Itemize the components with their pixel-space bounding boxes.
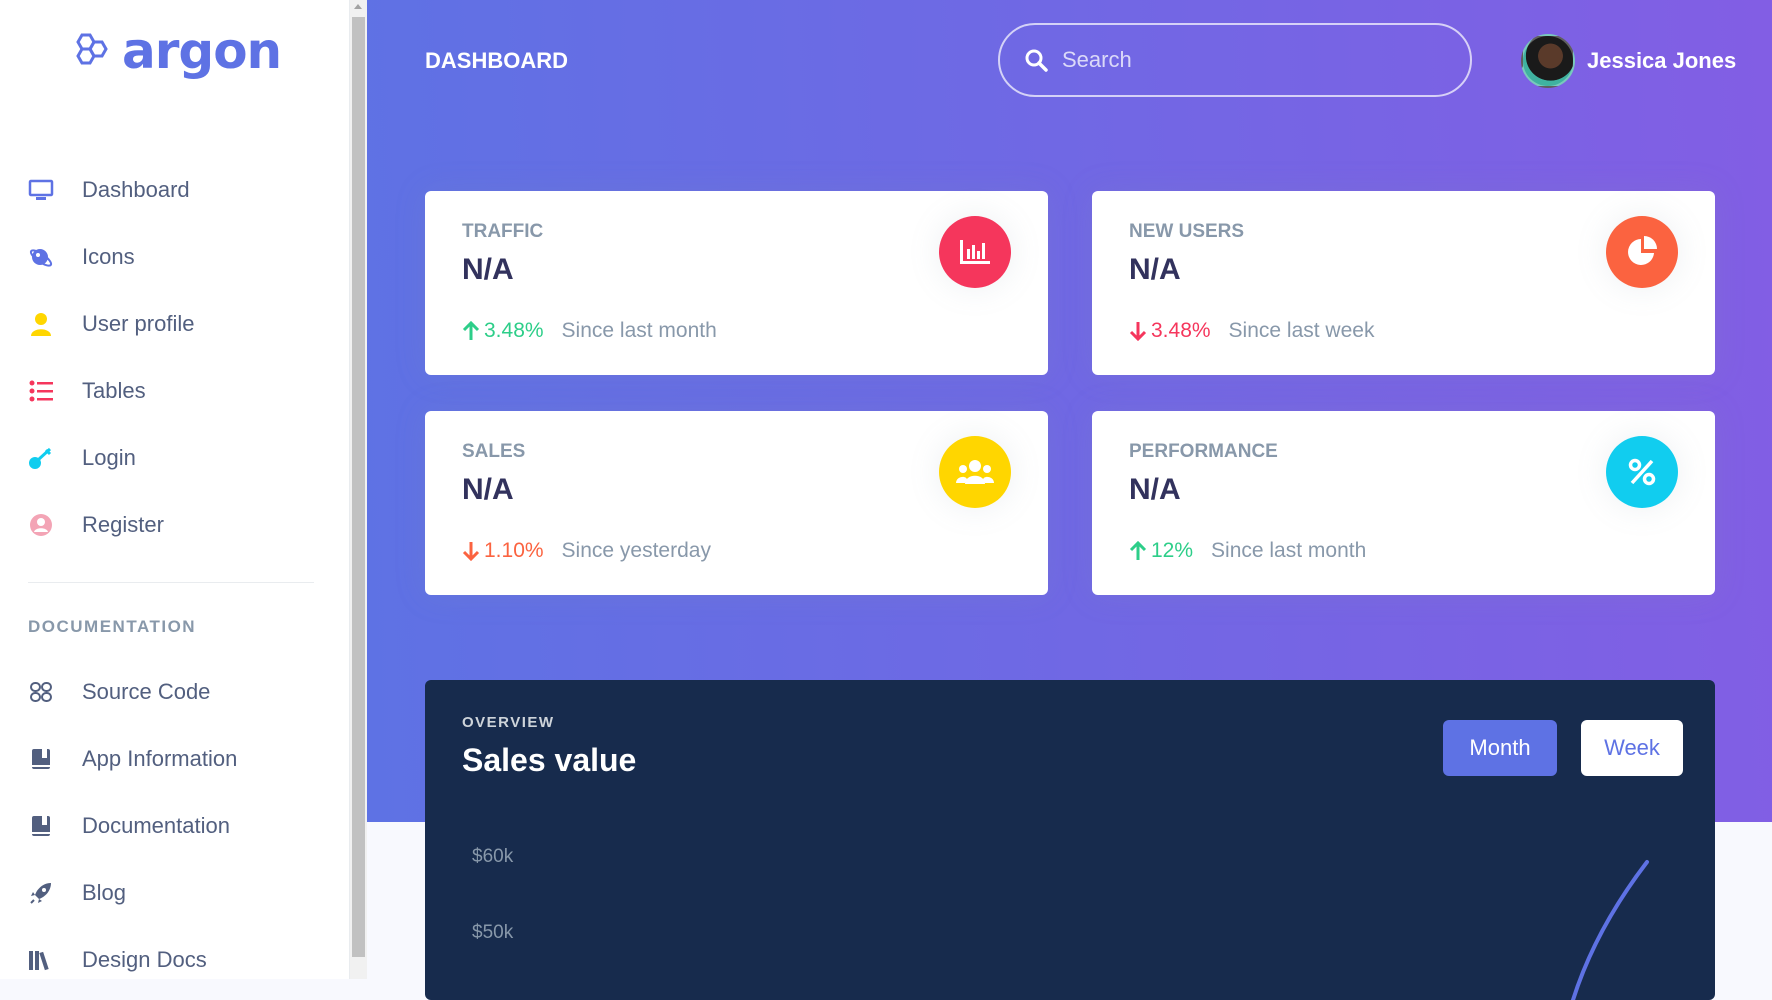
sidebar-item-blog[interactable]: Blog: [0, 859, 350, 926]
sidebar-item-design-docs[interactable]: Design Docs: [0, 926, 350, 993]
monitor-icon: [28, 177, 54, 203]
user-name[interactable]: Jessica Jones: [1587, 48, 1736, 74]
stat-title: PERFORMANCE: [1129, 441, 1278, 462]
arrow-up-icon: [462, 321, 480, 340]
brand-name: argon: [122, 22, 282, 80]
search-input[interactable]: [1062, 47, 1442, 73]
source-code-icon: [28, 679, 54, 705]
sidebar-item-label: Icons: [82, 243, 135, 269]
percent-icon: [1606, 436, 1678, 508]
stat-percent: 3.48%: [484, 319, 544, 342]
arrow-up-icon: [1129, 541, 1147, 560]
stat-since: Since last week: [1228, 319, 1375, 342]
stat-card-traffic: TRAFFIC N/A 3.48% Since last month: [425, 191, 1048, 375]
sidebar-item-app-information[interactable]: App Information: [0, 725, 350, 792]
docs-nav: Source Code App Information Documentatio…: [0, 658, 350, 993]
sidebar-scrollbar[interactable]: [350, 0, 367, 979]
sidebar-item-label: App Information: [82, 745, 238, 771]
sidebar-item-dashboard[interactable]: Dashboard: [0, 156, 350, 223]
stat-footer: 1.10% Since yesterday: [462, 539, 711, 563]
docs-heading: DOCUMENTATION: [28, 617, 197, 636]
sales-overview-card: OVERVIEW Sales value Month Week $60k $50…: [425, 680, 1715, 1000]
scrollbar-thumb[interactable]: [352, 17, 365, 957]
sidebar-item-label: Dashboard: [82, 176, 190, 202]
brand-logo[interactable]: argon: [68, 22, 282, 80]
sidebar-item-label: Design Docs: [82, 946, 207, 972]
sidebar-item-label: Blog: [82, 879, 127, 905]
sidebar-item-user-profile[interactable]: User profile: [0, 290, 350, 357]
rocket-icon: [28, 880, 54, 906]
arrow-down-icon: [462, 542, 480, 561]
stat-since: Since last month: [1211, 539, 1367, 562]
user-menu[interactable]: Jessica Jones: [1521, 34, 1736, 88]
search-icon: [1025, 49, 1048, 72]
stat-since: Since yesterday: [561, 539, 711, 562]
users-icon: [939, 436, 1011, 508]
stat-percent: 1.10%: [484, 539, 544, 562]
sidebar-item-tables[interactable]: Tables: [0, 357, 350, 424]
chart-bar-icon: [939, 216, 1011, 288]
sidebar-item-label: Documentation: [82, 812, 230, 838]
stat-card-new-users: NEW USERS N/A 3.48% Since last week: [1092, 191, 1715, 375]
book-icon: [28, 746, 54, 772]
stat-title: NEW USERS: [1129, 221, 1245, 242]
stat-title: TRAFFIC: [462, 221, 544, 242]
user-circle-icon: [28, 512, 54, 538]
sidebar-item-register[interactable]: Register: [0, 491, 350, 558]
stat-since: Since last month: [561, 319, 717, 342]
key-icon: [28, 445, 54, 471]
sidebar-item-label: Tables: [82, 377, 146, 403]
stat-percent: 12%: [1151, 539, 1194, 562]
arrow-down-icon: [1129, 322, 1147, 341]
stat-card-sales: SALES N/A 1.10% Since yesterday: [425, 411, 1048, 595]
sidebar: argon Dashboard Icons User profile Table…: [0, 0, 350, 979]
series-line: [1571, 860, 1649, 1000]
scroll-up-icon[interactable]: [354, 4, 362, 9]
sidebar-divider: [28, 582, 314, 583]
sidebar-nav: Dashboard Icons User profile Tables Logi…: [0, 156, 350, 558]
argon-logo-icon: [76, 33, 108, 65]
sidebar-item-label: User profile: [82, 310, 195, 336]
stat-value: N/A: [1129, 473, 1181, 506]
stat-value: N/A: [462, 253, 514, 286]
library-icon: [28, 947, 54, 973]
planet-icon: [28, 244, 54, 270]
user-icon: [28, 311, 54, 337]
sidebar-item-documentation[interactable]: Documentation: [0, 792, 350, 859]
sidebar-item-label: Login: [82, 444, 136, 470]
stat-card-performance: PERFORMANCE N/A 12% Since last month: [1092, 411, 1715, 595]
search-box[interactable]: [998, 23, 1472, 97]
page-title[interactable]: DASHBOARD: [425, 48, 568, 74]
list-icon: [28, 378, 54, 404]
book-icon: [28, 813, 54, 839]
avatar[interactable]: [1521, 34, 1575, 88]
stat-title: SALES: [462, 441, 526, 462]
sidebar-item-label: Source Code: [82, 678, 211, 704]
stat-percent: 3.48%: [1151, 319, 1211, 342]
sidebar-item-label: Register: [82, 511, 164, 537]
sidebar-item-source-code[interactable]: Source Code: [0, 658, 350, 725]
sales-chart: [1571, 860, 1649, 1000]
stat-footer: 3.48% Since last month: [462, 319, 717, 343]
stat-value: N/A: [1129, 253, 1181, 286]
main-content: DASHBOARD Jessica Jones TRAFFIC N/A 3.48…: [367, 0, 1772, 1000]
stat-footer: 12% Since last month: [1129, 539, 1366, 563]
stat-value: N/A: [462, 473, 514, 506]
stat-footer: 3.48% Since last week: [1129, 319, 1374, 343]
chart-pie-icon: [1606, 216, 1678, 288]
sidebar-item-login[interactable]: Login: [0, 424, 350, 491]
sidebar-item-icons[interactable]: Icons: [0, 223, 350, 290]
